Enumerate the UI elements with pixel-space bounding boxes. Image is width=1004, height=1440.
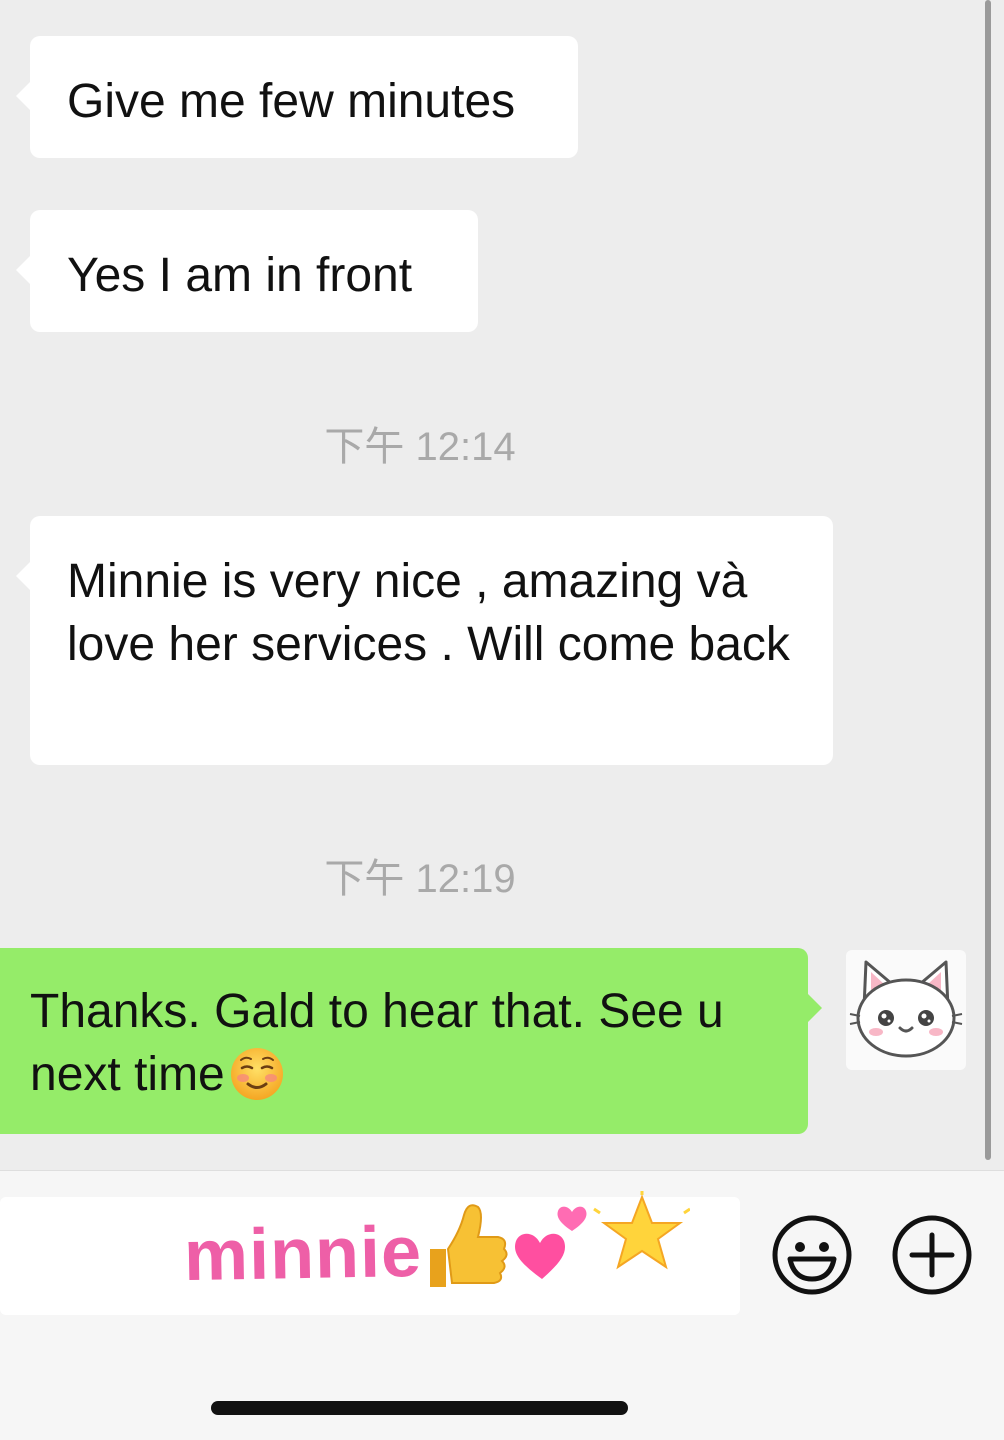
two-hearts-icon: [515, 1206, 587, 1279]
message-text: Give me few minutes: [67, 75, 516, 128]
message-input[interactable]: minnie: [0, 1191, 740, 1315]
message-received[interactable]: Minnie is very nice , amazing và love he…: [16, 516, 833, 765]
message-timestamp: 下午 12:14: [324, 425, 516, 469]
input-bar: minnie: [0, 1170, 1004, 1440]
sticker-text: minnie: [183, 1211, 423, 1297]
message-text: Thanks. Gald to hear that. See u next ti…: [30, 985, 724, 1101]
star-icon: [593, 1191, 690, 1270]
scrollbar[interactable]: [985, 0, 991, 1160]
message-text: Minnie is very nice , amazing và love he…: [67, 555, 790, 671]
chat-area[interactable]: Give me few minutes Yes I am in front 下午…: [0, 0, 1004, 1170]
home-indicator[interactable]: [211, 1401, 628, 1415]
message-timestamp: 下午 12:19: [324, 857, 516, 901]
smiling-face-emoji-icon: [230, 1048, 283, 1100]
sticker-icons: [430, 1191, 690, 1287]
message-sent[interactable]: Thanks. Gald to hear that. See u next ti…: [0, 948, 822, 1134]
smiley-face-icon[interactable]: [772, 1215, 852, 1295]
message-received[interactable]: Give me few minutes: [16, 36, 578, 158]
cat-icon: [849, 960, 963, 1058]
thumbs-up-icon: [430, 1204, 508, 1287]
message-received[interactable]: Yes I am in front: [16, 210, 478, 332]
message-text: Yes I am in front: [67, 249, 413, 302]
user-avatar[interactable]: [846, 950, 966, 1070]
plus-circle-icon[interactable]: [892, 1215, 972, 1295]
